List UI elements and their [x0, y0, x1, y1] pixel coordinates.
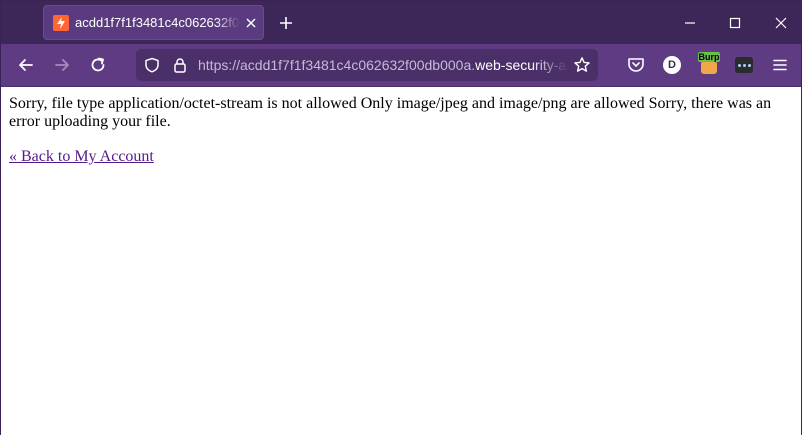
back-arrow-icon[interactable] — [16, 55, 36, 75]
shield-icon[interactable] — [144, 57, 160, 73]
browser-tab[interactable]: acdd1f7f1f3481c4c062632f00db000a.web-sec… — [43, 5, 264, 40]
browser-window: acdd1f7f1f3481c4c062632f00db000a.web-sec… — [0, 0, 802, 435]
lock-icon[interactable] — [172, 57, 188, 73]
url-text[interactable]: https://acdd1f7f1f3481c4c062632f00db000a… — [198, 57, 568, 75]
profile-avatar[interactable]: D — [663, 56, 681, 74]
maximize-icon[interactable] — [726, 14, 744, 32]
window-close-icon[interactable] — [772, 14, 790, 32]
menu-icon[interactable] — [770, 55, 790, 75]
url-prefix: https://acdd1f7f1f3481c4c062632f00db000a… — [198, 57, 476, 73]
pocket-icon[interactable] — [626, 55, 646, 75]
forward-arrow-icon[interactable] — [52, 55, 72, 75]
back-to-account-link[interactable]: « Back to My Account — [9, 148, 154, 166]
extension-dots-icon[interactable] — [735, 57, 753, 73]
title-bar: acdd1f7f1f3481c4c062632f00db000a.web-sec… — [1, 1, 801, 44]
minimize-icon[interactable] — [681, 14, 699, 32]
url-host: web-security-academy.net — [475, 57, 568, 73]
url-bar[interactable]: https://acdd1f7f1f3481c4c062632f00db000a… — [136, 49, 598, 81]
star-icon[interactable] — [573, 56, 591, 74]
navigation-toolbar: https://acdd1f7f1f3481c4c062632f00db000a… — [1, 44, 801, 87]
page-content: Sorry, file type application/octet-strea… — [1, 87, 801, 435]
tab-title: acdd1f7f1f3481c4c062632f00db000a.web-sec… — [75, 15, 240, 30]
error-message: Sorry, file type application/octet-strea… — [9, 95, 772, 130]
burp-extension-button[interactable]: Burp — [698, 52, 720, 76]
close-icon[interactable] — [244, 16, 258, 30]
burp-face-icon — [701, 61, 717, 74]
reload-icon[interactable] — [88, 55, 108, 75]
lightning-favicon-icon — [53, 15, 69, 31]
burp-extension-label: Burp — [698, 52, 720, 62]
plus-icon[interactable] — [277, 14, 295, 32]
